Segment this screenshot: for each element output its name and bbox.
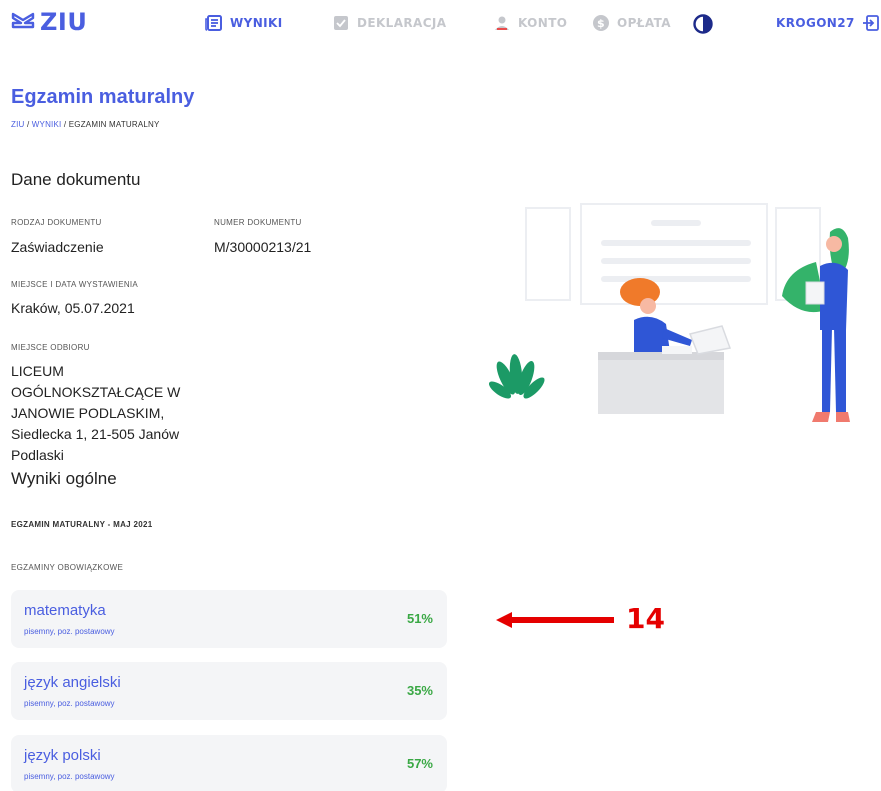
contrast-toggle-icon[interactable] <box>693 14 713 34</box>
page-title: Egzamin maturalny <box>11 86 195 108</box>
nav-fee[interactable]: $ OPŁATA <box>592 14 671 32</box>
exam-session: EGZAMIN MATURALNY - MAJ 2021 <box>11 520 153 529</box>
nav-account-label: KONTO <box>518 16 568 30</box>
nav-fee-label: OPŁATA <box>617 16 671 30</box>
user-logout[interactable]: KROGON27 <box>776 14 880 32</box>
clipboard-check-icon <box>334 16 348 30</box>
document-section-title: Dane dokumentu <box>11 170 141 189</box>
office-illustration <box>488 203 850 422</box>
exam-result-card[interactable]: matematyka pisemny, poz. postawowy 51% <box>11 590 447 648</box>
issue-place-date-label: MIEJSCE I DATA WYSTAWIENIA <box>11 280 139 289</box>
nav-results-label: WYNIKI <box>230 16 283 30</box>
exam-detail: pisemny, poz. postawowy <box>24 699 115 708</box>
exam-score: 51% <box>406 611 433 626</box>
user-icon <box>495 16 509 30</box>
brand-name: ZIU <box>40 8 88 36</box>
breadcrumb-current: EGZAMIN MATURALNY <box>68 120 160 129</box>
exam-subject: język angielski <box>24 674 121 691</box>
nav-declaration[interactable]: DEKLARACJA <box>332 14 446 32</box>
pickup-place-value: LICEUM OGÓLNOKSZTAŁCĄCE W JANOWIE PODLAS… <box>11 363 181 463</box>
document-type-value: Zaświadczenie <box>11 239 104 255</box>
mandatory-exams-label: EGZAMINY OBOWIĄZKOWE <box>11 563 124 572</box>
logout-icon <box>862 15 879 31</box>
top-navigation: ZIU WYNIKI DEKLARACJA KONTO $ OPŁATA KRO… <box>0 0 881 46</box>
exam-subject: matematyka <box>24 602 106 619</box>
exam-detail: pisemny, poz. postawowy <box>24 772 115 781</box>
ziu-logo[interactable]: ZIU <box>11 8 87 36</box>
nav-account[interactable]: KONTO <box>493 14 567 32</box>
nav-declaration-label: DEKLARACJA <box>357 16 447 30</box>
exam-score: 57% <box>406 756 433 771</box>
document-number-label: NUMER DOKUMENTU <box>214 218 302 227</box>
dollar-coin-icon: $ <box>593 15 609 31</box>
pickup-place-label: MIEJSCE ODBIORU <box>11 343 90 352</box>
annotation-number: 14 <box>626 602 665 635</box>
exam-subject: język polski <box>24 747 101 764</box>
nav-results[interactable]: WYNIKI <box>205 14 283 32</box>
breadcrumb-ziu[interactable]: ZIU <box>11 120 25 129</box>
exam-score: 35% <box>406 683 433 698</box>
exam-result-card[interactable]: język polski pisemny, poz. postawowy 57% <box>11 735 447 791</box>
username: KROGON27 <box>776 16 855 30</box>
svg-text:$: $ <box>597 17 605 30</box>
exam-detail: pisemny, poz. postawowy <box>24 627 115 636</box>
document-number-value: M/30000213/21 <box>214 239 312 255</box>
breadcrumb-results[interactable]: WYNIKI <box>32 120 62 129</box>
exam-result-card[interactable]: język angielski pisemny, poz. postawowy … <box>11 662 447 720</box>
results-section-title: Wyniki ogólne <box>11 469 117 488</box>
newspaper-icon <box>205 15 222 31</box>
breadcrumb: ZIU / WYNIKI / EGZAMIN MATURALNY <box>11 120 160 129</box>
ziu-logo-icon <box>11 12 35 29</box>
issue-place-date-value: Kraków, 05.07.2021 <box>11 300 135 316</box>
annotation-arrow <box>496 612 614 628</box>
document-type-label: RODZAJ DOKUMENTU <box>11 218 102 227</box>
